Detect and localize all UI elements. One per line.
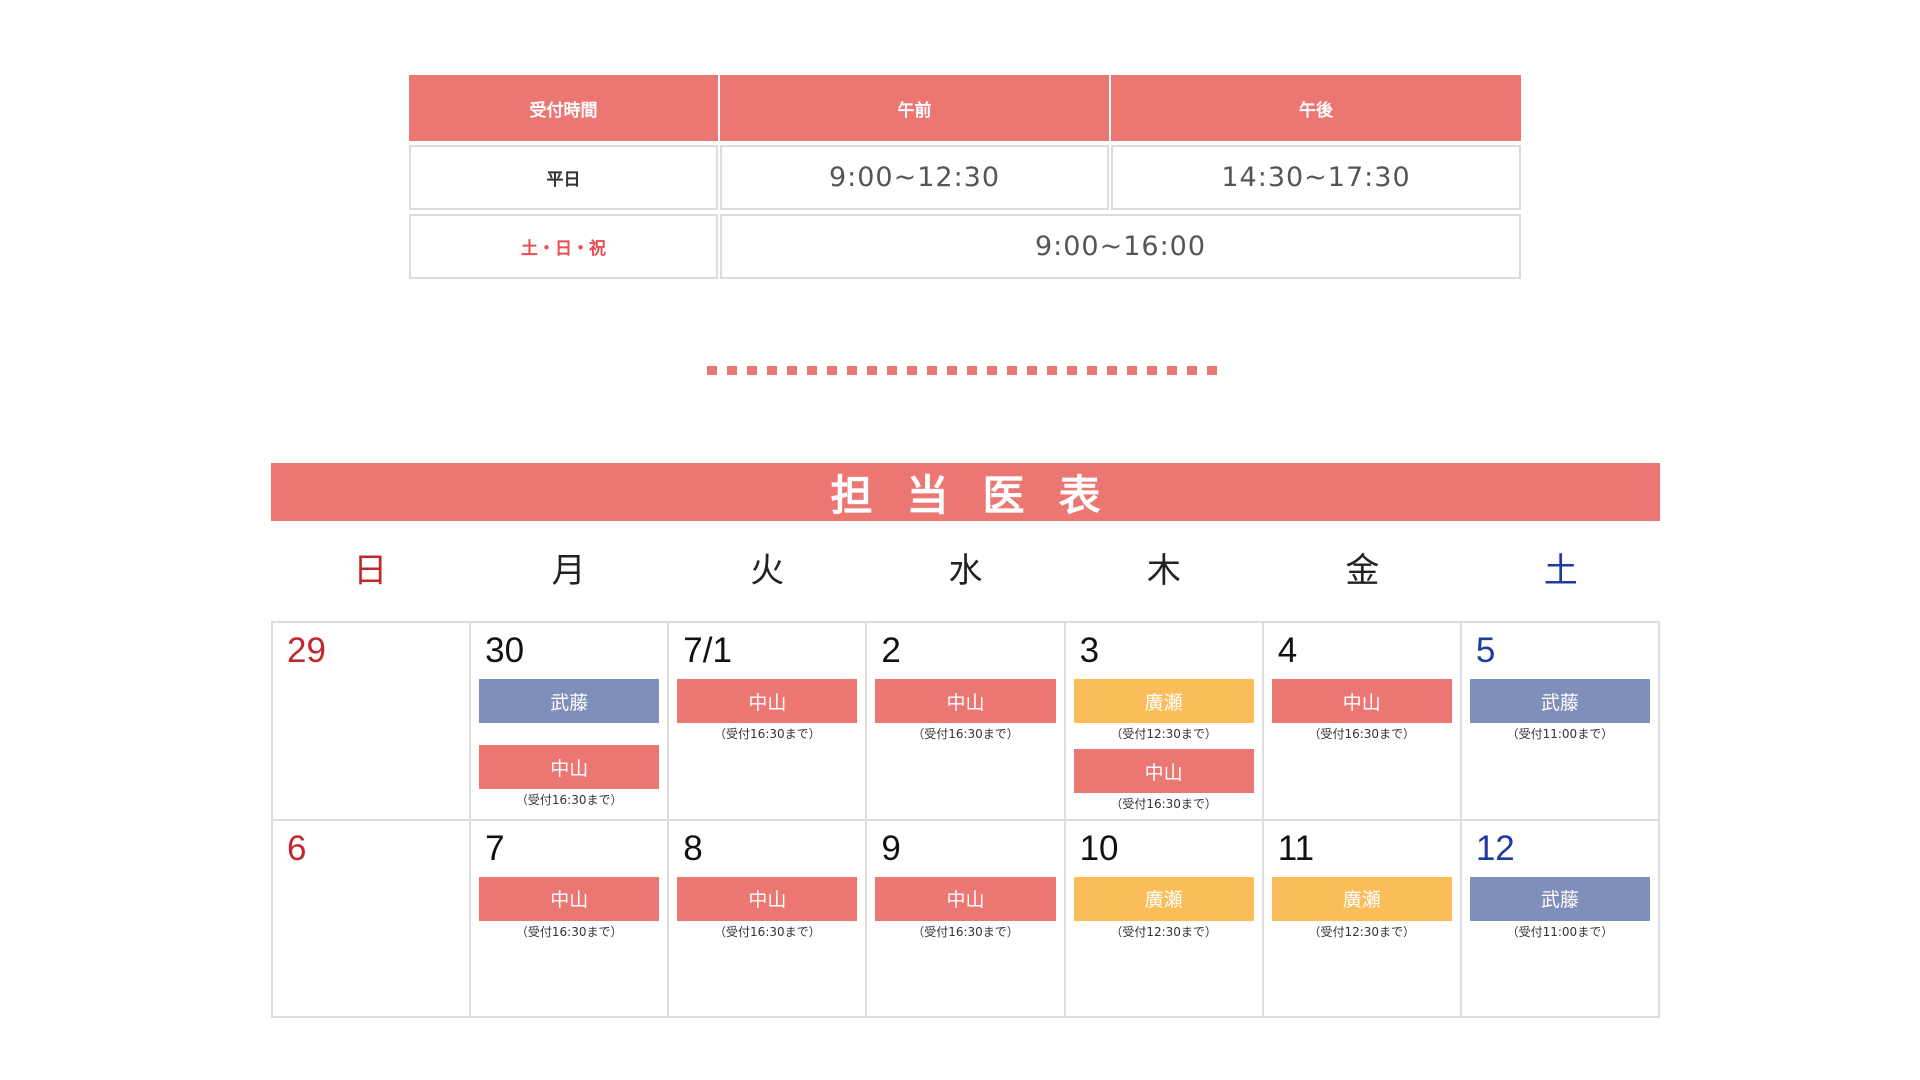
weekday-friday: 金 bbox=[1345, 550, 1380, 591]
day-number: 10 bbox=[1079, 828, 1119, 868]
day-number: 29 bbox=[287, 631, 326, 670]
day-number: 5 bbox=[1475, 631, 1496, 670]
doctor-entry: 中山 （受付16:30まで） bbox=[675, 679, 859, 745]
reception-note: （受付16:30まで） bbox=[515, 793, 623, 807]
doctor-badge: 中山 bbox=[875, 679, 1056, 723]
doctor-entry: 中山 （受付16:30まで） bbox=[477, 876, 661, 943]
doctor-entry: 中山 （受付16:30まで） bbox=[675, 876, 859, 943]
doctor-badge: 廣瀬 bbox=[1073, 679, 1254, 723]
doctor-badge: 中山 bbox=[677, 876, 858, 921]
day-number: 7/1 bbox=[683, 631, 732, 670]
header-reception-time: 受付時間 bbox=[409, 75, 718, 141]
doctor-entry: 武藤 （受付11:00まで） bbox=[1468, 876, 1652, 943]
weekend-holiday-hours: 9:00~16:00 bbox=[720, 214, 1521, 279]
day-number: 30 bbox=[485, 631, 525, 670]
doctor-entry: 中山 （受付16:30まで） bbox=[873, 876, 1057, 943]
day-number: 11 bbox=[1277, 828, 1315, 868]
weekday-thursday: 木 bbox=[1146, 550, 1181, 591]
reception-note: （受付16:30まで） bbox=[912, 924, 1019, 939]
reception-note: （受付16:30まで） bbox=[1308, 727, 1416, 741]
doctor-badge: 中山 bbox=[677, 679, 858, 723]
weekday-sunday: 日 bbox=[353, 550, 388, 591]
doctor-entry: 武藤 bbox=[477, 679, 661, 723]
doctor-badge: 中山 bbox=[1073, 749, 1254, 793]
calendar-day: 4 中山 （受付16:30まで） bbox=[1263, 623, 1462, 821]
calendar-day: 2 中山 （受付16:30まで） bbox=[867, 623, 1066, 821]
schedule-title: 担当医表 bbox=[830, 470, 1135, 520]
reception-note: （受付16:30まで） bbox=[912, 727, 1019, 741]
weekday-afternoon-hours: 14:30~17:30 bbox=[1111, 145, 1521, 210]
doctor-badge: 廣瀬 bbox=[1073, 876, 1254, 921]
day-number: 7 bbox=[485, 828, 505, 868]
weekday-morning-hours: 9:00~12:30 bbox=[720, 145, 1109, 210]
day-number: 12 bbox=[1475, 828, 1515, 868]
doctor-calendar: 29 30 武藤 中山 （受付16:30まで） 7/1 中山 （受付16:30ま… bbox=[271, 621, 1660, 1018]
weekday-saturday: 土 bbox=[1543, 550, 1578, 591]
doctor-badge: 武藤 bbox=[1469, 679, 1650, 723]
weekday-monday: 月 bbox=[551, 550, 586, 591]
weekday-tuesday: 火 bbox=[750, 550, 785, 591]
reception-note: （受付11:00まで） bbox=[1506, 727, 1614, 741]
dotted-divider bbox=[707, 366, 1219, 375]
schedule-banner: 担当医表 bbox=[271, 463, 1660, 521]
doctor-badge: 中山 bbox=[479, 745, 660, 789]
reception-note: （受付16:30まで） bbox=[714, 924, 821, 939]
doctor-badge: 武藤 bbox=[479, 679, 660, 723]
calendar-day: 3 廣瀬 （受付12:30まで） 中山 （受付16:30まで） bbox=[1065, 623, 1264, 821]
doctor-entry: 廣瀬 （受付12:30まで） bbox=[1072, 876, 1256, 943]
reception-note: （受付16:30まで） bbox=[515, 924, 623, 939]
calendar-day: 10 廣瀬 （受付12:30まで） bbox=[1065, 820, 1264, 1018]
doctor-badge: 中山 bbox=[875, 876, 1056, 921]
calendar-day: 29 bbox=[273, 623, 472, 821]
day-number: 2 bbox=[881, 631, 901, 670]
calendar-day: 7/1 中山 （受付16:30まで） bbox=[669, 623, 868, 821]
calendar-day: 7 中山 （受付16:30まで） bbox=[471, 820, 670, 1018]
weekday-wednesday: 水 bbox=[948, 550, 983, 591]
calendar-day: 9 中山 （受付16:30まで） bbox=[867, 820, 1066, 1018]
calendar-day: 11 廣瀬 （受付12:30まで） bbox=[1263, 820, 1462, 1018]
header-afternoon: 午後 bbox=[1111, 75, 1521, 141]
doctor-entry: 中山 （受付16:30まで） bbox=[477, 745, 661, 811]
doctor-entry: 武藤 （受付11:00まで） bbox=[1468, 679, 1652, 745]
reception-note: （受付16:30まで） bbox=[714, 727, 821, 741]
reception-note: （受付11:00まで） bbox=[1506, 924, 1614, 939]
reception-hours-table: 受付時間 午前 午後 平日 9:00~12:30 14:30~17:30 土・日… bbox=[409, 75, 1521, 279]
reception-note: （受付12:30まで） bbox=[1110, 924, 1217, 939]
doctor-entry: 中山 （受付16:30まで） bbox=[1072, 749, 1256, 815]
calendar-day: 5 武藤 （受付11:00まで） bbox=[1461, 623, 1660, 821]
reception-note: （受付16:30まで） bbox=[1110, 797, 1217, 811]
calendar-day: 30 武藤 中山 （受付16:30まで） bbox=[471, 623, 670, 821]
doctor-entry: 廣瀬 （受付12:30まで） bbox=[1270, 876, 1454, 943]
day-number: 6 bbox=[287, 828, 307, 868]
doctor-badge: 武藤 bbox=[1469, 876, 1650, 921]
calendar-day: 8 中山 （受付16:30まで） bbox=[669, 820, 868, 1018]
day-number: 8 bbox=[683, 828, 703, 868]
day-number: 4 bbox=[1277, 631, 1298, 670]
doctor-badge: 中山 bbox=[479, 876, 660, 921]
doctor-entry: 中山 （受付16:30まで） bbox=[873, 679, 1057, 745]
day-number: 9 bbox=[881, 828, 901, 868]
reception-note: （受付12:30まで） bbox=[1110, 727, 1217, 741]
row-label-weekday: 平日 bbox=[409, 145, 718, 210]
doctor-entry: 中山 （受付16:30まで） bbox=[1270, 679, 1454, 745]
reception-note: （受付12:30まで） bbox=[1308, 924, 1416, 939]
calendar-day: 6 bbox=[273, 820, 472, 1018]
doctor-badge: 中山 bbox=[1271, 679, 1452, 723]
doctor-badge: 廣瀬 bbox=[1271, 876, 1452, 921]
day-number: 3 bbox=[1079, 631, 1100, 670]
weekday-header: 日 月 火 水 木 金 土 bbox=[271, 540, 1660, 594]
header-morning: 午前 bbox=[720, 75, 1109, 141]
calendar-day: 12 武藤 （受付11:00まで） bbox=[1461, 820, 1660, 1018]
row-label-weekend-holiday: 土・日・祝 bbox=[409, 214, 718, 279]
doctor-entry: 廣瀬 （受付12:30まで） bbox=[1072, 679, 1256, 745]
